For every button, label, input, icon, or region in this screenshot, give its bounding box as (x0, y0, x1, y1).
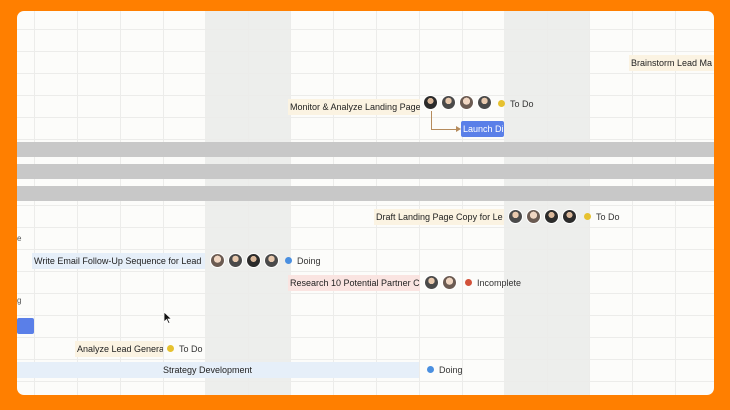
row-line (17, 51, 714, 52)
avatar[interactable] (423, 95, 438, 110)
task-bar[interactable]: Analyze Lead Genera (75, 341, 163, 357)
dependency-arrow-icon (431, 111, 457, 130)
status-label: To Do (596, 212, 620, 222)
status-badge[interactable]: To Do (498, 96, 534, 112)
row-line (17, 73, 714, 74)
status-label: Doing (297, 256, 321, 266)
status-dot (498, 100, 505, 108)
avatar[interactable] (441, 95, 456, 110)
task-bar[interactable]: Strategy Development (17, 362, 419, 378)
row-line (17, 249, 714, 250)
avatar[interactable] (508, 209, 523, 224)
status-label: To Do (179, 344, 203, 354)
task-label-fragment: e (17, 234, 22, 243)
row-line (17, 381, 714, 382)
avatar[interactable] (442, 275, 457, 290)
task-label-fragment: g (17, 296, 22, 305)
group-band[interactable] (17, 186, 714, 201)
row-line (17, 117, 714, 118)
row-line (17, 359, 714, 360)
avatar[interactable] (477, 95, 492, 110)
group-band[interactable] (17, 142, 714, 157)
row-line (17, 337, 714, 338)
gantt-timeline[interactable]: Brainstorm Lead Ma Monitor & Analyze Lan… (17, 11, 714, 395)
status-dot (465, 279, 472, 287)
row-line (17, 227, 714, 228)
row-line (17, 29, 714, 30)
status-badge[interactable]: To Do (167, 341, 203, 357)
status-label: Incomplete (477, 278, 522, 288)
avatar[interactable] (562, 209, 577, 224)
task-bar[interactable]: Draft Landing Page Copy for Le (374, 209, 504, 225)
row-line (17, 271, 714, 272)
avatar[interactable] (210, 253, 225, 268)
group-band[interactable] (17, 164, 714, 179)
status-label: To Do (510, 99, 534, 109)
task-bar[interactable]: Write Email Follow-Up Sequence for Lead (32, 253, 205, 269)
assignee-avatars (210, 253, 279, 269)
status-dot (427, 366, 434, 374)
avatar[interactable] (264, 253, 279, 268)
status-badge[interactable]: Doing (427, 362, 463, 378)
task-bar[interactable]: Brainstorm Lead Ma (629, 55, 714, 71)
avatar[interactable] (526, 209, 541, 224)
status-dot (584, 213, 591, 221)
avatar[interactable] (459, 95, 474, 110)
task-bar-selected[interactable]: Launch Di (461, 121, 504, 137)
status-dot (285, 257, 292, 265)
assignee-avatars (424, 275, 457, 291)
avatar[interactable] (424, 275, 439, 290)
task-bar[interactable]: Research 10 Potential Partner Co (288, 275, 420, 291)
task-bar-stub[interactable] (17, 318, 34, 334)
status-badge[interactable]: Incomplete (465, 275, 521, 291)
assignee-avatars (508, 209, 577, 225)
row-line (17, 315, 714, 316)
row-line (17, 205, 714, 206)
row-line (17, 293, 714, 294)
status-dot (167, 345, 174, 353)
assignee-avatars (423, 95, 492, 111)
mouse-pointer-icon (163, 311, 173, 325)
task-bar[interactable]: Monitor & Analyze Landing Page (288, 99, 420, 115)
avatar[interactable] (544, 209, 559, 224)
status-badge[interactable]: To Do (584, 209, 620, 225)
status-label: Doing (439, 365, 463, 375)
avatar[interactable] (246, 253, 261, 268)
row-line (17, 139, 714, 140)
avatar[interactable] (228, 253, 243, 268)
row-line (17, 95, 714, 96)
status-badge[interactable]: Doing (285, 253, 321, 269)
